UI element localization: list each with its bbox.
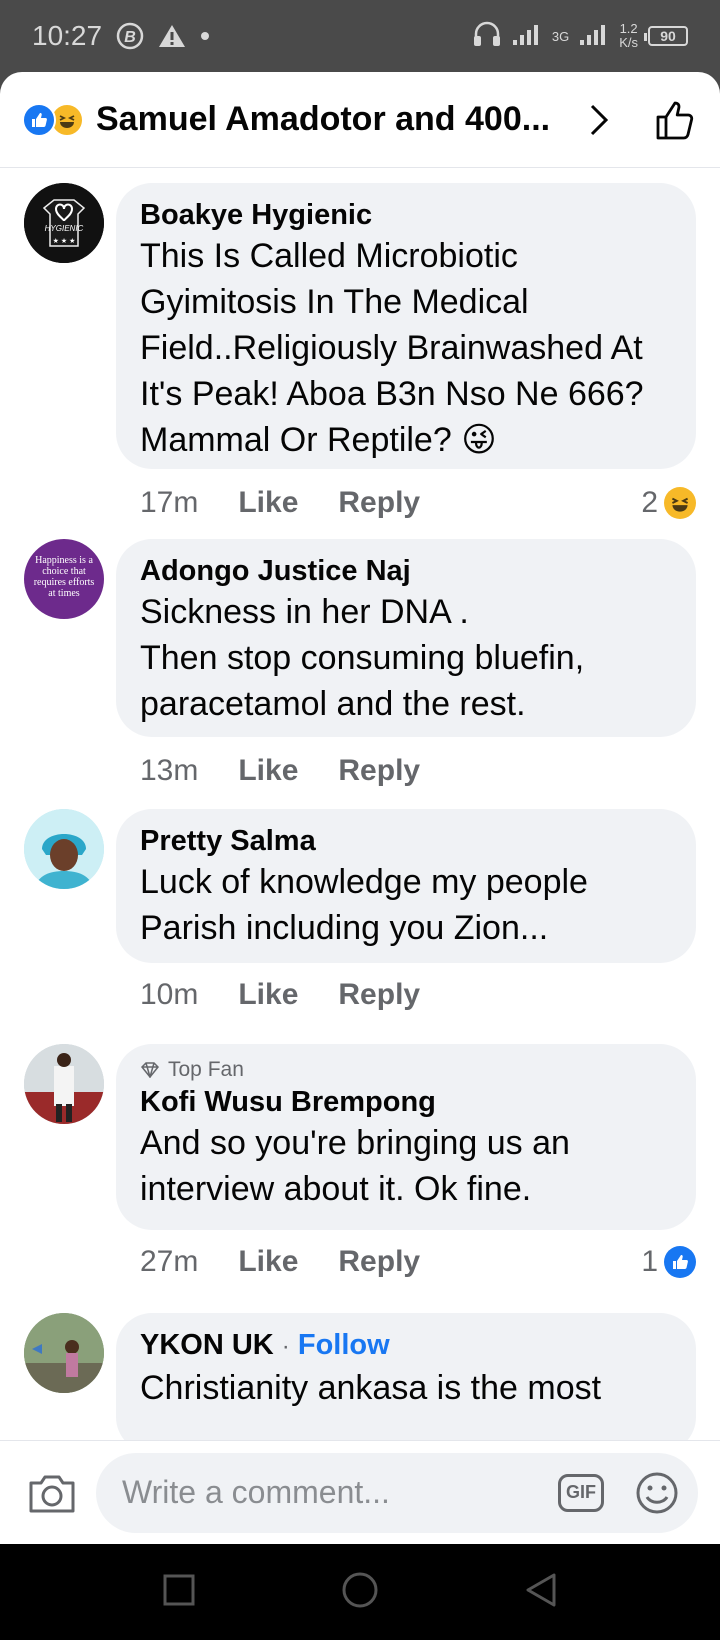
comment-text: Christianity ankasa is the most (140, 1369, 602, 1407)
back-button[interactable] (524, 1572, 558, 1613)
comment-author[interactable]: Boakye Hygienic (140, 197, 672, 233)
comment-time[interactable]: 13m (140, 754, 198, 788)
reaction-count-value: 1 (641, 1245, 658, 1278)
comment-input-container[interactable]: GIF (96, 1452, 698, 1533)
reply-button[interactable]: Reply (338, 754, 420, 788)
triangle-back-icon (526, 1573, 556, 1606)
reactions-summary[interactable]: Samuel Amadotor and 400... (96, 100, 566, 139)
network-speed-unit: K/s (619, 35, 638, 50)
square-icon (163, 1574, 195, 1605)
like-button[interactable]: Like (238, 754, 298, 788)
svg-text:B: B (124, 29, 136, 46)
camera-button[interactable] (22, 1463, 82, 1523)
recents-button[interactable] (162, 1573, 196, 1612)
like-post-button[interactable] (654, 98, 698, 142)
camera-icon (29, 1475, 75, 1512)
network-type: 3G (551, 28, 570, 44)
smiley-icon (636, 1472, 678, 1513)
comment-actions: 13m Like Reply (140, 751, 696, 791)
signal-icon-1 (512, 22, 542, 51)
comment-actions: 17m Like Reply 2 (140, 483, 696, 523)
network-speed-value: 1.2 (619, 21, 638, 36)
comment-time[interactable]: 27m (140, 1245, 198, 1279)
status-bar: 10:27 B 3G 1.2 K/s 90 (0, 0, 720, 72)
reply-button[interactable]: Reply (338, 486, 420, 520)
reply-button[interactable]: Reply (338, 978, 420, 1012)
battery-level: 90 (660, 28, 676, 44)
circle-icon (342, 1572, 378, 1607)
top-fan-badge: Top Fan (140, 1056, 672, 1084)
comment-bubble[interactable]: YKON UK · Follow Christianity ankasa is … (116, 1313, 696, 1453)
comment-text: And so you're bringing us an interview a… (140, 1124, 570, 1208)
comment-list[interactable]: HYGIENIC ★ ★ ★ Boakye Hygienic This Is C… (0, 169, 720, 1509)
separator: · (281, 1333, 290, 1360)
like-reaction-icon (664, 1246, 696, 1278)
network-speed: 1.2 K/s (619, 22, 638, 50)
home-button[interactable] (341, 1571, 379, 1614)
svg-text:★ ★ ★: ★ ★ ★ (53, 237, 76, 245)
comment-composer: GIF (0, 1440, 720, 1544)
comment-actions: 27m Like Reply 1 (140, 1242, 696, 1282)
comment-bubble[interactable]: Pretty Salma Luck of knowledge my people… (116, 809, 696, 963)
follow-button[interactable]: Follow (298, 1329, 390, 1361)
avatar[interactable]: HYGIENIC ★ ★ ★ (24, 183, 104, 263)
comment-time[interactable]: 10m (140, 978, 198, 1012)
comment-author-row: YKON UK · Follow (140, 1327, 672, 1365)
diamond-icon (140, 1062, 160, 1078)
reaction-icons (22, 102, 84, 137)
comment-author[interactable]: Pretty Salma (140, 823, 672, 859)
comment-author[interactable]: Adongo Justice Naj (140, 553, 672, 589)
avatar[interactable] (24, 1313, 104, 1393)
comment-bubble[interactable]: Adongo Justice Naj Sickness in her DNA .… (116, 539, 696, 737)
gif-button[interactable]: GIF (558, 1473, 604, 1512)
comment-author[interactable]: Kofi Wusu Brempong (140, 1084, 672, 1120)
headset-icon (472, 21, 502, 52)
comment-bubble[interactable]: Boakye Hygienic This Is Called Microbiot… (116, 183, 696, 469)
battery-icon: 90 (644, 26, 688, 46)
comment-text: Luck of knowledge my people Parish inclu… (140, 863, 588, 947)
haha-reaction-icon (664, 487, 696, 519)
comment-text: Sickness in her DNA . Then stop consumin… (140, 593, 585, 723)
status-time: 10:27 (32, 20, 103, 51)
comment-time[interactable]: 17m (140, 486, 198, 520)
comment-text: This Is Called Microbiotic Gyimitosis In… (140, 237, 644, 459)
b-circle-icon: B (116, 22, 144, 50)
avatar-text: Happiness is a choice that requires effo… (33, 555, 95, 599)
avatar[interactable] (24, 809, 104, 889)
dot-icon (200, 31, 210, 41)
reaction-count-value: 2 (641, 486, 658, 519)
warning-icon (158, 23, 186, 49)
comment-author[interactable]: YKON UK (140, 1329, 274, 1361)
comment-input[interactable] (120, 1473, 558, 1512)
comment-bubble[interactable]: Top Fan Kofi Wusu Brempong And so you're… (116, 1044, 696, 1230)
status-indicators: 3G 1.2 K/s 90 (472, 21, 688, 52)
reply-button[interactable]: Reply (338, 1245, 420, 1279)
comment-actions: 10m Like Reply (140, 975, 696, 1015)
like-button[interactable]: Like (238, 486, 298, 520)
reaction-count[interactable]: 1 (641, 1245, 696, 1279)
top-fan-label: Top Fan (168, 1058, 244, 1081)
avatar-text: HYGIENIC (45, 224, 84, 233)
comments-sheet: Samuel Amadotor and 400... HYGIENIC ★ ★ … (0, 72, 720, 1544)
emoji-button[interactable] (634, 1470, 680, 1516)
avatar[interactable] (24, 1044, 104, 1124)
avatar[interactable]: Happiness is a choice that requires effo… (24, 539, 104, 619)
like-button[interactable]: Like (238, 1245, 298, 1279)
chevron-right-icon[interactable] (588, 103, 610, 137)
signal-icon-2 (579, 22, 609, 51)
reaction-count[interactable]: 2 (641, 486, 696, 520)
like-reaction-icon (22, 102, 56, 137)
reactions-header[interactable]: Samuel Amadotor and 400... (0, 72, 720, 168)
system-nav-bar (0, 1544, 720, 1640)
like-button[interactable]: Like (238, 978, 298, 1012)
